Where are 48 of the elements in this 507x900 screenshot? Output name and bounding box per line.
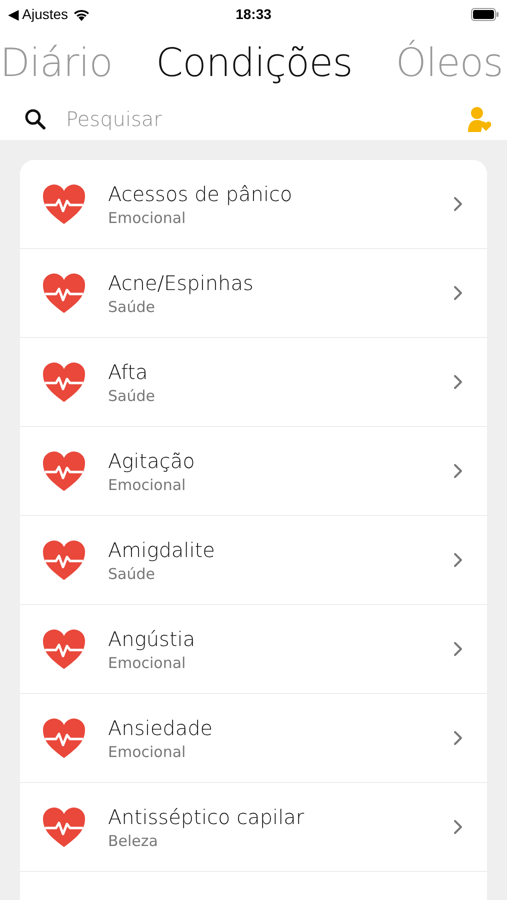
chevron-icon [453,730,463,746]
heartbeat-icon [42,718,86,758]
condition-name: Agitação [108,448,196,472]
condition-row[interactable]: Acessos de pânico Emocional [20,160,487,249]
heartbeat-icon [42,451,86,491]
heartbeat-icon [42,362,86,402]
condition-name: Antisséptico capilar [108,804,306,828]
chevron-icon [453,463,463,479]
condition-category: Emocional [108,476,187,494]
condition-row[interactable]: Acne/Espinhas Saúde [20,249,487,338]
condition-name: Ansiedade [108,716,214,740]
condition-category: Beleza [108,832,159,850]
condition-category: Emocional [108,208,187,226]
condition-name: Acessos de pânico [108,182,294,206]
condition-category: Saúde [108,564,156,582]
condition-row[interactable]: Ansiedade Emocional [20,694,487,783]
search-field[interactable]: Pesquisar [66,103,447,135]
tab[interactable]: Condições [156,40,352,86]
condition-name: Amigdalite [108,538,216,562]
condition-name: Acne/Espinhas [108,270,254,294]
search-icon [24,108,46,130]
heartbeat-icon [42,273,86,313]
chevron-icon [453,285,463,301]
heartbeat-icon [42,184,86,224]
chevron-icon [453,552,463,568]
heartbeat-icon [42,807,86,847]
condition-name: Afta [108,360,149,384]
person-heart-icon[interactable] [467,106,491,132]
condition-row[interactable]: Afta Saúde [20,338,487,427]
battery-icon [471,8,499,20]
condition-category: Saúde [108,386,156,404]
condition-row[interactable]: Amigdalite Saúde [20,516,487,605]
condition-category: Emocional [108,742,187,760]
condition-category: Saúde [108,298,156,316]
chevron-icon [453,196,463,212]
condition-row[interactable]: Agitação Emocional [20,427,487,516]
heartbeat-icon [42,540,86,580]
condition-row[interactable]: Antisséptico capilar Beleza [20,783,487,872]
heartbeat-icon [42,629,86,669]
condition-name: Angústia [108,626,196,650]
condition-row[interactable]: Angústia Emocional [20,605,487,694]
back-link[interactable]: ◀ Ajustes [8,6,68,22]
wifi-icon [73,8,90,20]
condition-category: Emocional [108,654,187,672]
chevron-icon [453,641,463,657]
clock: 18:33 [236,6,272,22]
chevron-icon [453,819,463,835]
chevron-icon [453,374,463,390]
